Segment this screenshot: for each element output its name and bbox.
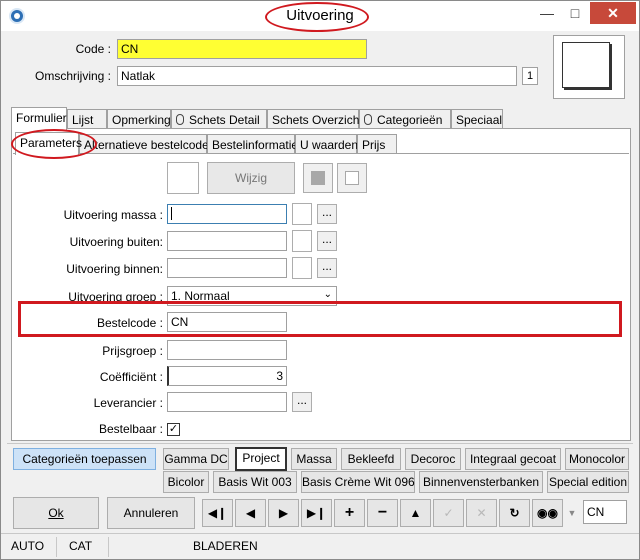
coefficient-field[interactable]: 3 — [167, 366, 287, 386]
fill-color-button[interactable] — [303, 163, 333, 193]
quick-search-field[interactable]: CN — [583, 500, 627, 524]
cancel-edit-icon[interactable]: ✕ — [466, 499, 497, 527]
subtab-prijs[interactable]: Prijs — [357, 134, 397, 155]
bestelcode-highlight-rect — [18, 301, 622, 337]
category-monocolor[interactable]: Monocolor — [565, 448, 629, 470]
confirm-icon[interactable]: ✓ — [433, 499, 464, 527]
buiten-label: Uitvoering buiten: — [69, 235, 163, 249]
wijzig-button[interactable]: Wijzig — [207, 162, 295, 194]
edit-record-icon[interactable]: ▲ — [400, 499, 431, 527]
status-bar: AUTO CAT BLADEREN — [1, 533, 639, 559]
first-record-icon[interactable]: ◀❙ — [202, 499, 233, 527]
annuleren-button[interactable]: Annuleren — [107, 497, 195, 529]
buiten-browse-button[interactable]: ... — [317, 231, 337, 251]
search-options-chevron-icon[interactable]: ▼ — [565, 499, 579, 527]
chevron-down-icon: ⌄ — [323, 289, 332, 300]
coefficient-label: Coëfficiënt : — [99, 370, 163, 384]
subtab-bestelinformatie[interactable]: Bestelinformatie — [207, 134, 298, 155]
tab-lijst[interactable]: Lijst — [67, 109, 107, 130]
code-label: Code : — [75, 42, 111, 56]
language-counter[interactable]: 1 — [522, 67, 538, 85]
category-decoroc[interactable]: Decoroc — [405, 448, 461, 470]
title-bar: Uitvoering — □ ✕ — [1, 1, 639, 32]
delete-record-icon[interactable]: − — [367, 499, 398, 527]
bestelbaar-label: Bestelbaar : — [98, 422, 163, 436]
prijsgroep-label: Prijsgroep : — [102, 344, 163, 358]
buiten-field[interactable] — [167, 231, 287, 251]
refresh-icon[interactable]: ↻ — [499, 499, 530, 527]
buiten-swatch[interactable] — [292, 230, 312, 252]
parameters-highlight-oval — [11, 129, 97, 159]
subtab-alternatieve-bestelcodes[interactable]: Alternatieve bestelcodes — [79, 134, 215, 155]
category-bekleefd[interactable]: Bekleefd — [341, 448, 401, 470]
category-integraal-gecoat[interactable]: Integraal gecoat — [465, 448, 561, 470]
category-gamma-dc[interactable]: Gamma DC — [163, 448, 229, 470]
paperclip-icon — [176, 114, 184, 125]
binnen-label: Uitvoering binnen: — [66, 262, 163, 276]
tab-schets-overzicht[interactable]: Schets Overzicht — [267, 109, 363, 130]
subtab-u-waarden[interactable]: U waarden — [295, 134, 358, 155]
last-record-icon[interactable]: ▶❙ — [301, 499, 332, 527]
massa-label: Uitvoering massa : — [63, 208, 163, 222]
omschrijving-field[interactable]: Natlak — [117, 66, 517, 86]
separator — [7, 443, 633, 444]
categorieen-toepassen-button[interactable]: Categorieën toepassen — [13, 448, 156, 470]
status-mode: BLADEREN — [193, 539, 258, 553]
paperclip-icon — [364, 114, 372, 125]
category-special-edition[interactable]: Special edition — [547, 471, 629, 493]
tab-categorieen[interactable]: Categorieën — [359, 109, 451, 130]
category-binnenvensterbanken[interactable]: Binnenvensterbanken — [419, 471, 543, 493]
tab-formulier[interactable]: Formulier — [11, 107, 67, 130]
category-basis-creme-wit-096[interactable]: Basis Crème Wit 096 — [301, 471, 415, 493]
leverancier-label: Leverancier : — [93, 396, 163, 410]
category-basis-wit-003[interactable]: Basis Wit 003 — [213, 471, 297, 493]
color-swatch[interactable] — [167, 162, 199, 194]
leverancier-field[interactable] — [167, 392, 287, 412]
text-cursor — [171, 207, 172, 220]
category-bicolor[interactable]: Bicolor — [163, 471, 209, 493]
maximize-icon[interactable]: □ — [561, 2, 589, 24]
close-icon[interactable]: ✕ — [590, 2, 636, 24]
binoculars-icon[interactable]: ◉◉ — [532, 499, 563, 527]
binnen-field[interactable] — [167, 258, 287, 278]
category-project[interactable]: Project — [235, 447, 287, 471]
minimize-icon[interactable]: — — [533, 2, 561, 24]
ok-button[interactable]: Ok — [13, 497, 99, 529]
status-cat: CAT — [63, 537, 109, 557]
omschrijving-label: Omschrijving : — [34, 69, 111, 83]
prijsgroep-field[interactable] — [167, 340, 287, 360]
checkmark-icon: ✓ — [168, 423, 179, 435]
dialog-window: Uitvoering — □ ✕ Code : CN Omschrijving … — [0, 0, 640, 560]
next-record-icon[interactable]: ▶ — [268, 499, 299, 527]
category-massa[interactable]: Massa — [291, 448, 337, 470]
empty-square-icon — [345, 171, 359, 185]
massa-field[interactable] — [167, 204, 287, 224]
previous-record-icon[interactable]: ◀ — [235, 499, 266, 527]
tab-speciaal[interactable]: Speciaal — [451, 109, 503, 130]
preview-box[interactable] — [553, 35, 625, 99]
title-highlight-oval — [265, 2, 369, 32]
binnen-browse-button[interactable]: ... — [317, 258, 337, 278]
bestelbaar-checkbox[interactable]: ✓ — [167, 423, 180, 436]
code-field[interactable]: CN — [117, 39, 367, 59]
preview-image — [562, 42, 610, 88]
leverancier-browse-button[interactable]: ... — [292, 392, 312, 412]
binnen-swatch[interactable] — [292, 257, 312, 279]
tab-schets-detail[interactable]: Schets Detail — [171, 109, 267, 130]
filled-square-icon — [311, 171, 325, 185]
massa-browse-button[interactable]: ... — [317, 204, 337, 224]
empty-color-button[interactable] — [337, 163, 367, 193]
massa-swatch[interactable] — [292, 203, 312, 225]
status-auto: AUTO — [5, 537, 57, 557]
add-record-icon[interactable]: + — [334, 499, 365, 527]
tab-opmerking[interactable]: Opmerking — [107, 109, 171, 130]
